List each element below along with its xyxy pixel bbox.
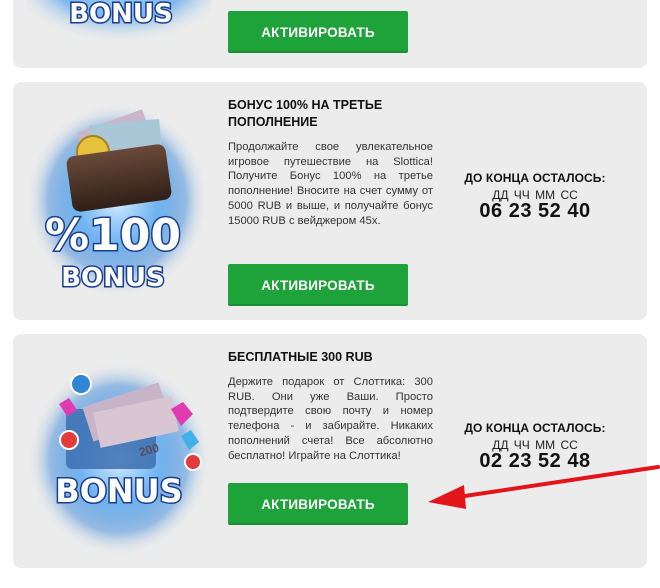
countdown-timer: ДО КОНЦА ОСТАЛОСЬ: ДД ЧЧ ММ СС 06 23 52 … [455, 171, 615, 223]
activate-button-1[interactable]: АКТИВИРОВАТЬ [228, 11, 408, 53]
activate-button-2[interactable]: АКТИВИРОВАТЬ [228, 264, 408, 306]
promo-title: БЕСПЛАТНЫЕ 300 RUB [228, 350, 373, 364]
chip-icon [70, 373, 92, 395]
bonus-percent: %100 [45, 210, 181, 261]
bonus-label: BONUS [55, 472, 182, 510]
bonus-badge-art: BONUS [26, 0, 211, 55]
promo-card-partial: BONUS АКТИВИРОВАТЬ [13, 0, 647, 68]
promo-card-free-300: 200 BONUS БЕСПЛАТНЫЕ 300 RUB Держите под… [13, 334, 647, 568]
promo-card-third-deposit: %100 BONUS БОНУС 100% НА ТРЕТЬЕ ПОПОЛНЕН… [13, 82, 647, 320]
bonus-label: BONUS [69, 0, 173, 29]
promo-description: Держите подарок от Слоттика: 300 RUB. Он… [228, 376, 433, 462]
timer-label: ДО КОНЦА ОСТАЛОСЬ: [464, 421, 606, 435]
promo-title: БОНУС 100% НА ТРЕТЬЕ ПОПОЛНЕНИЕ [228, 98, 383, 129]
bonus-label: BONUS [61, 263, 165, 293]
wallet-bonus-art: %100 BONUS [25, 102, 209, 298]
timer-value: 06 23 52 40 [479, 200, 591, 222]
red-arrow-icon [428, 465, 660, 509]
promo-description: Продолжайте свое увлекательное игровое п… [228, 141, 433, 227]
activate-button-3[interactable]: АКТИВИРОВАТЬ [228, 483, 408, 525]
slot-bonus-art: 200 BONUS [27, 361, 211, 557]
timer-label: ДО КОНЦА ОСТАЛОСЬ: [464, 171, 606, 185]
